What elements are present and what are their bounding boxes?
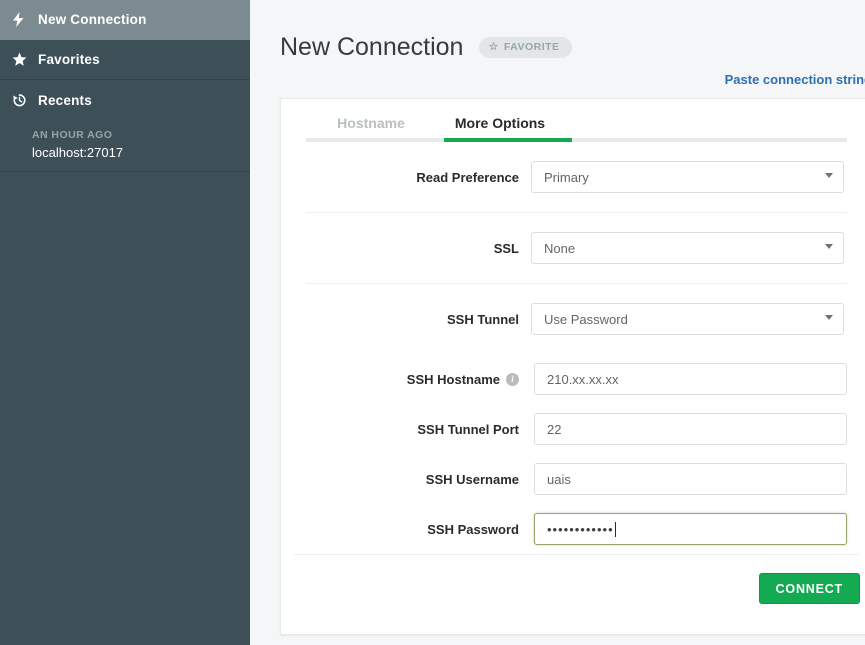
card-footer: CONNECT: [281, 555, 865, 604]
ssh-username-label: SSH Username: [425, 471, 519, 487]
connection-form-card: Hostname More Options Read Preference Pr…: [280, 98, 865, 635]
ssh-password-input[interactable]: ••••••••••••: [534, 513, 847, 545]
app-window: New Connection Favorites Recents AN HOUR…: [0, 0, 865, 645]
ssh-hostname-input[interactable]: 210.xx.xx.xx: [534, 363, 847, 395]
page-header: New Connection ☆ FAVORITE: [250, 0, 865, 62]
sidebar-item-favorites[interactable]: Favorites: [0, 40, 250, 80]
ssl-select[interactable]: None: [531, 232, 844, 264]
options-form: Read Preference Primary SSL None SSH Tun…: [281, 142, 865, 554]
text-cursor: [614, 521, 616, 537]
ssh-username-control: uais: [531, 463, 847, 495]
info-icon[interactable]: i: [506, 372, 519, 386]
ssh-password-masked-value: ••••••••••••: [547, 521, 614, 537]
connect-button[interactable]: CONNECT: [758, 573, 860, 604]
ssh-tunnel-select[interactable]: Use Password: [531, 303, 844, 335]
page-title: New Connection: [280, 33, 464, 61]
ssh-password-label: SSH Password: [427, 521, 519, 537]
field-row-read-preference: Read Preference Primary: [306, 142, 847, 212]
recent-hostname: localhost:27017: [32, 145, 124, 160]
field-row-ssh-tunnel: SSH Tunnel Use Password: [306, 284, 847, 354]
ssl-control: None: [531, 232, 847, 264]
sidebar-item-recents[interactable]: Recents: [0, 80, 250, 120]
ssh-tunnel-label: SSH Tunnel: [447, 311, 519, 327]
read-preference-label: Read Preference: [416, 169, 519, 185]
favorite-badge[interactable]: ☆ FAVORITE: [479, 36, 572, 58]
tab-bar: Hostname More Options: [281, 99, 865, 142]
ssh-tunnel-control: Use Password: [531, 303, 847, 335]
sidebar-item-label: Favorites: [38, 52, 100, 67]
recent-timestamp: AN HOUR AGO: [32, 129, 113, 141]
sidebar-item-label: New Connection: [38, 12, 147, 27]
paste-connection-string-link[interactable]: Paste connection string: [725, 72, 865, 87]
field-row-ssh-tunnel-port: SSH Tunnel Port 22: [306, 404, 847, 454]
recent-connection-item[interactable]: AN HOUR AGO localhost:27017: [0, 120, 250, 172]
ssh-tunnel-port-input[interactable]: 22: [534, 413, 847, 445]
main-panel: New Connection ☆ FAVORITE Paste connecti…: [250, 0, 865, 645]
ssh-hostname-control: 210.xx.xx.xx: [531, 363, 847, 395]
star-outline-icon: ☆: [488, 40, 499, 53]
star-icon: [12, 52, 38, 67]
paste-link-row: Paste connection string: [250, 62, 865, 89]
sidebar: New Connection Favorites Recents AN HOUR…: [0, 0, 250, 645]
ssh-tunnel-port-label: SSH Tunnel Port: [417, 421, 519, 437]
tab-underline: [306, 138, 847, 142]
ssh-password-control: ••••••••••••: [531, 513, 847, 545]
ssl-label: SSL: [493, 240, 519, 256]
read-preference-control: Primary: [531, 161, 847, 193]
read-preference-select[interactable]: Primary: [531, 161, 844, 193]
ssh-hostname-label: SSH Hostname i: [306, 372, 531, 387]
favorite-badge-label: FAVORITE: [503, 41, 560, 53]
field-row-ssh-password: SSH Password ••••••••••••: [306, 504, 847, 554]
field-row-ssh-username: SSH Username uais: [306, 454, 847, 504]
ssh-hostname-label-text: SSH Hostname: [406, 371, 500, 387]
sidebar-item-label: Recents: [38, 92, 92, 108]
ssh-username-input[interactable]: uais: [534, 463, 847, 495]
sidebar-item-new-connection[interactable]: New Connection: [0, 0, 250, 40]
bolt-icon: [12, 12, 38, 27]
ssh-tunnel-port-control: 22: [531, 413, 847, 445]
tab-active-indicator: [444, 138, 572, 142]
field-row-ssh-hostname: SSH Hostname i 210.xx.xx.xx: [306, 354, 847, 404]
history-icon: [12, 93, 38, 108]
field-row-ssl: SSL None: [306, 213, 847, 283]
